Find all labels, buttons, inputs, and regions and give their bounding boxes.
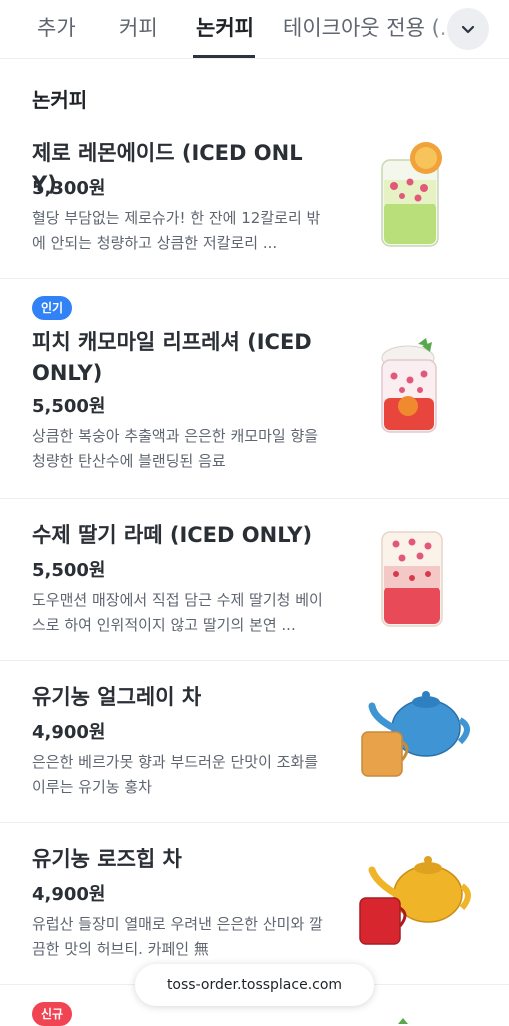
popular-badge: 인기: [32, 296, 73, 320]
new-badge: 신규: [32, 1002, 73, 1026]
divider: [0, 278, 509, 279]
item-description: 도우맨션 매장에서 직접 담근 수제 딸기청 베이스로 하여 인위적이지 않고 …: [32, 591, 323, 634]
url-bar[interactable]: toss-order.tossplace.com: [135, 964, 374, 1006]
divider: [0, 822, 509, 823]
item-price: 5,500원: [32, 560, 106, 581]
item-description: 유럽산 들장미 열매로 우려낸 은은한 산미와 깔끔한 맛의 허브티. 카페인 …: [32, 915, 323, 958]
item-description: 혈당 부담없는 제로슈가! 한 잔에 12칼로리 밖에 안되는 청량하고 상큼한…: [32, 209, 321, 252]
rosehip-tea-image: [359, 856, 471, 945]
item-name: 유기농 얼그레이 차: [32, 685, 202, 709]
tab-coffee[interactable]: 커피: [119, 12, 158, 42]
item-name: 유기농 로즈힙 차: [32, 847, 182, 871]
divider: [0, 660, 509, 661]
chevron-down-icon: [461, 25, 475, 34]
earl-grey-tea-image: [361, 691, 470, 777]
category-tabs: 추가 커피 논커피 테이크아웃 전용 (...: [0, 0, 509, 59]
section-title: 논커피: [32, 88, 88, 112]
peach-chamomile-image: [381, 338, 437, 433]
expand-categories-button[interactable]: [447, 8, 489, 50]
tab-non-coffee[interactable]: 논커피: [196, 12, 254, 42]
item-description: 은은한 베르가못 향과 부드러운 단맛이 조화를 이루는 유기농 홍차: [32, 753, 319, 796]
item-price: 4,900원: [32, 722, 106, 743]
item-description: 상큼한 복숭아 추출액과 은은한 캐모마일 향을 청량한 탄산수에 블랜딩된 음…: [32, 427, 319, 470]
item-image-partial: [398, 1018, 408, 1024]
divider: [0, 498, 509, 499]
item-price: 5,500원: [32, 396, 106, 417]
active-tab-indicator: [193, 55, 255, 58]
item-price: 5,300원: [32, 178, 106, 199]
tab-extra[interactable]: 추가: [37, 12, 76, 42]
item-name: 피치 캐모마일 리프레셔 (ICED ONLY): [32, 330, 312, 385]
strawberry-latte-image: [381, 531, 443, 627]
item-price: 4,900원: [32, 884, 106, 905]
lemonade-image: [381, 142, 442, 247]
item-name: 수제 딸기 라떼 (ICED ONLY): [32, 523, 313, 547]
